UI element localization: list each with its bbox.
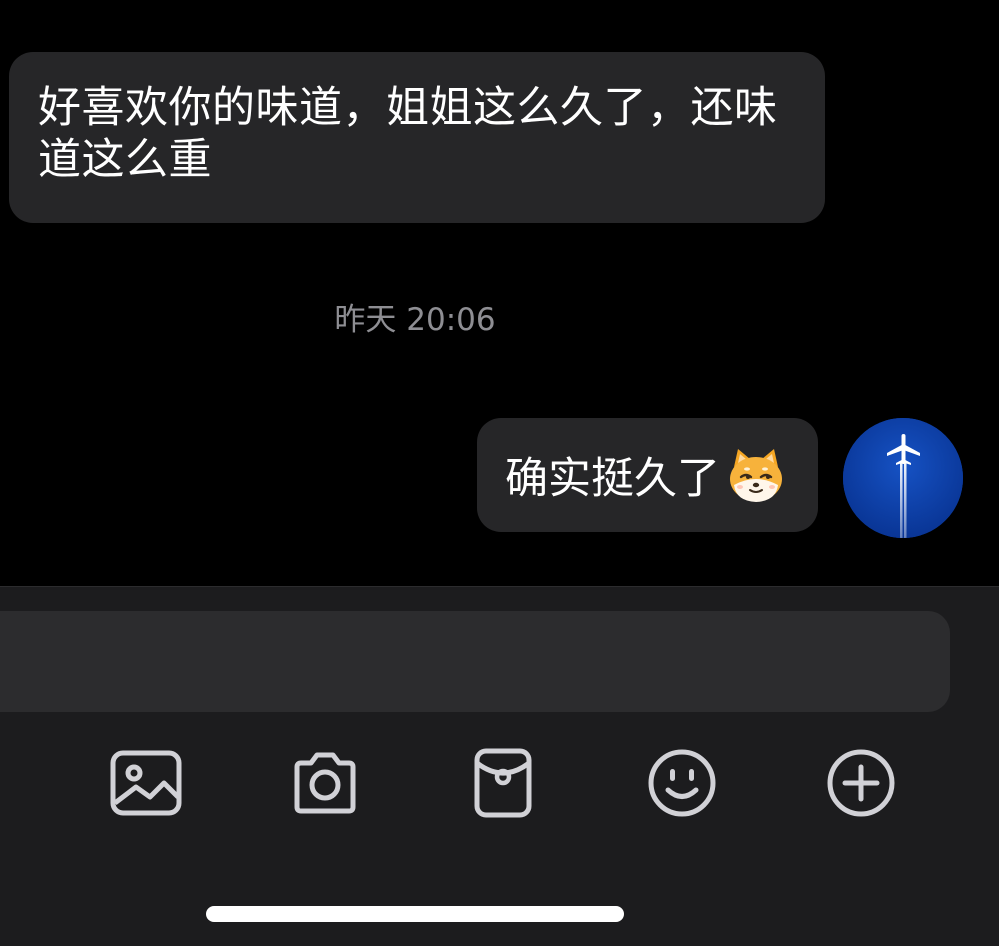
more-button[interactable] <box>821 743 901 823</box>
airplane-sky-avatar <box>843 418 963 538</box>
emoji-button[interactable] <box>642 743 722 823</box>
image-button[interactable] <box>106 743 186 823</box>
outgoing-message-text: 确实挺久了 <box>505 454 720 504</box>
incoming-message-bubble[interactable]: 好喜欢你的味道，姐姐这么久了，还味道这么重 <box>9 52 825 223</box>
outgoing-message-bubble[interactable]: 确实挺久了 <box>477 418 818 532</box>
chat-screen: 好喜欢你的味道，姐姐这么久了，还味道这么重 昨天 20:06 确实挺久了 <box>0 0 999 946</box>
incoming-message-text: 好喜欢你的味道，姐姐这么久了，还味道这么重 <box>38 83 778 185</box>
red-packet-icon <box>474 748 532 818</box>
red-packet-button[interactable] <box>463 743 543 823</box>
camera-icon <box>294 752 356 814</box>
camera-button[interactable] <box>285 743 365 823</box>
message-input[interactable] <box>0 611 950 712</box>
image-icon <box>110 750 182 816</box>
message-list[interactable]: 好喜欢你的味道，姐姐这么久了，还味道这么重 昨天 20:06 确实挺久了 <box>0 0 999 586</box>
plus-circle-icon <box>827 749 895 817</box>
input-panel <box>0 586 999 946</box>
message-timestamp: 昨天 20:06 <box>334 302 496 338</box>
shiba-dog-emoji <box>730 449 782 502</box>
smiley-icon <box>648 749 716 817</box>
user-avatar[interactable] <box>843 418 963 538</box>
home-indicator[interactable] <box>206 906 624 922</box>
